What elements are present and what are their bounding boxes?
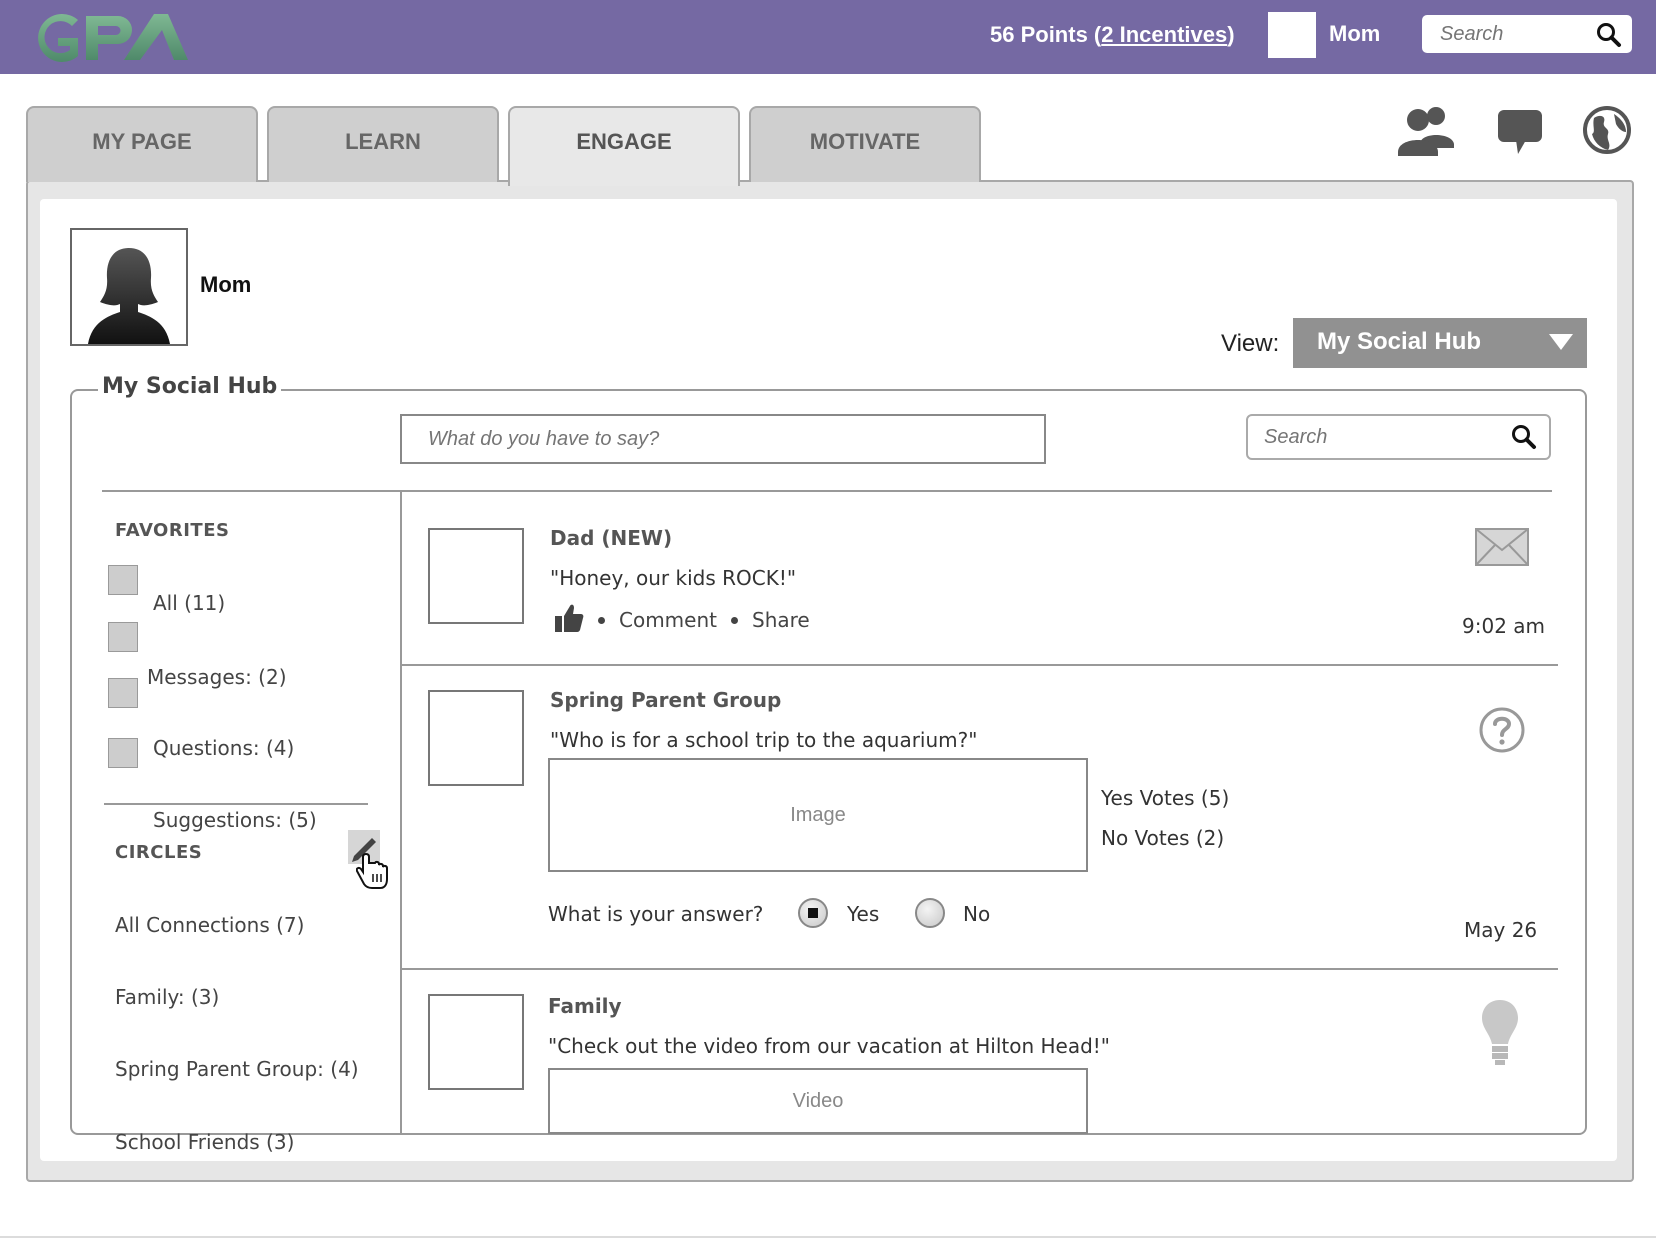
favorites-questions[interactable]: Questions: (4) <box>153 736 294 760</box>
points-paren-open: ( <box>1087 22 1102 47</box>
person-silhouette-icon <box>88 248 170 344</box>
post-title[interactable]: Spring Parent Group <box>550 688 781 712</box>
post-title[interactable]: Dad (NEW) <box>550 526 672 550</box>
points-paren-close: ) <box>1227 22 1235 47</box>
poll-no-label[interactable]: No <box>963 902 990 926</box>
incentives-link[interactable]: 2 Incentives <box>1101 22 1227 47</box>
post-divider <box>402 968 1558 970</box>
favorites-suggestions[interactable]: Suggestions: (5) <box>153 808 317 832</box>
separator-dot <box>731 616 738 624</box>
post-avatar[interactable] <box>428 994 524 1090</box>
no-votes: No Votes (2) <box>1101 826 1225 850</box>
view-label: View: <box>1221 330 1280 357</box>
tab-motivate[interactable]: MOTIVATE <box>749 106 981 182</box>
post-time: 9:02 am <box>1462 614 1546 638</box>
circles-heading: CIRCLES <box>115 842 203 863</box>
tab-engage[interactable]: ENGAGE <box>508 106 740 186</box>
points-value: 56 Points <box>990 22 1088 47</box>
yes-votes: Yes Votes (5) <box>1101 786 1230 810</box>
chat-icon[interactable] <box>1496 104 1544 160</box>
question-icon <box>1478 706 1526 758</box>
user-avatar[interactable] <box>1268 12 1316 58</box>
poll-yes-radio[interactable] <box>798 898 828 928</box>
favorites-messages[interactable]: Messages: (2) <box>147 665 287 689</box>
post-text: "Honey, our kids ROCK!" <box>550 566 797 590</box>
profile-photo[interactable] <box>70 228 188 346</box>
poll-yes-label[interactable]: Yes <box>847 902 879 926</box>
hub-search-input[interactable] <box>1248 416 1498 458</box>
favorites-suggestions-checkbox[interactable] <box>108 738 138 768</box>
comment-link[interactable]: Comment <box>619 608 717 632</box>
poll-no-radio[interactable] <box>915 898 945 928</box>
favorites-all[interactable]: All (11) <box>153 591 225 615</box>
header-search <box>1422 15 1632 53</box>
separator-dot <box>598 616 605 624</box>
favorites-heading: FAVORITES <box>115 520 230 541</box>
post-title[interactable]: Family <box>548 994 622 1018</box>
compose-input[interactable] <box>400 414 1046 464</box>
search-icon[interactable] <box>1596 22 1622 52</box>
share-link[interactable]: Share <box>752 608 810 632</box>
post-avatar[interactable] <box>428 690 524 786</box>
post-actions: Comment Share <box>554 602 810 638</box>
post-date: May 26 <box>1464 918 1538 942</box>
post-image-placeholder[interactable]: Image <box>548 758 1088 872</box>
page-footer-line <box>0 1236 1656 1238</box>
profile-name: Mom <box>200 272 252 297</box>
post-text: "Check out the video from our vacation a… <box>548 1034 1110 1058</box>
favorites-all-checkbox[interactable] <box>108 565 138 595</box>
post-text: "Who is for a school trip to the aquariu… <box>550 728 978 752</box>
circle-all-connections[interactable]: All Connections (7) <box>115 913 304 937</box>
post-video-placeholder[interactable]: Video <box>548 1068 1088 1134</box>
favorites-questions-checkbox[interactable] <box>108 678 138 708</box>
sidebar-divider <box>400 490 402 1133</box>
header-username[interactable]: Mom <box>1329 21 1380 47</box>
hand-cursor-icon <box>355 852 390 894</box>
lightbulb-icon <box>1480 998 1520 1072</box>
poll-question: What is your answer? <box>548 902 764 926</box>
thumbs-up-icon[interactable] <box>554 602 584 639</box>
envelope-icon <box>1475 528 1529 570</box>
header-search-input[interactable] <box>1422 15 1592 53</box>
points-summary: 56 Points (2 Incentives) <box>990 22 1235 48</box>
globe-icon[interactable] <box>1582 104 1632 160</box>
favorites-messages-checkbox[interactable] <box>108 622 138 652</box>
circle-family[interactable]: Family: (3) <box>115 985 219 1009</box>
tab-my-page[interactable]: MY PAGE <box>26 106 258 182</box>
people-icon[interactable] <box>1396 104 1458 160</box>
view-selected-value: My Social Hub <box>1317 328 1482 355</box>
circle-spring-parent-group[interactable]: Spring Parent Group: (4) <box>115 1057 359 1081</box>
top-header: 56 Points (2 Incentives) Mom <box>0 0 1656 74</box>
hub-divider <box>102 490 1552 492</box>
circle-school-friends[interactable]: School Friends (3) <box>115 1130 294 1154</box>
gpa-logo[interactable] <box>28 8 198 72</box>
hub-search <box>1246 414 1551 460</box>
post-avatar[interactable] <box>428 528 524 624</box>
social-hub-title: My Social Hub <box>98 374 282 399</box>
post-divider <box>402 664 1558 666</box>
favorites-divider <box>104 803 368 805</box>
search-icon[interactable] <box>1511 424 1537 454</box>
tab-learn[interactable]: LEARN <box>267 106 499 182</box>
view-dropdown[interactable]: My Social Hub <box>1293 318 1587 368</box>
dropdown-arrow-icon <box>1549 334 1573 350</box>
